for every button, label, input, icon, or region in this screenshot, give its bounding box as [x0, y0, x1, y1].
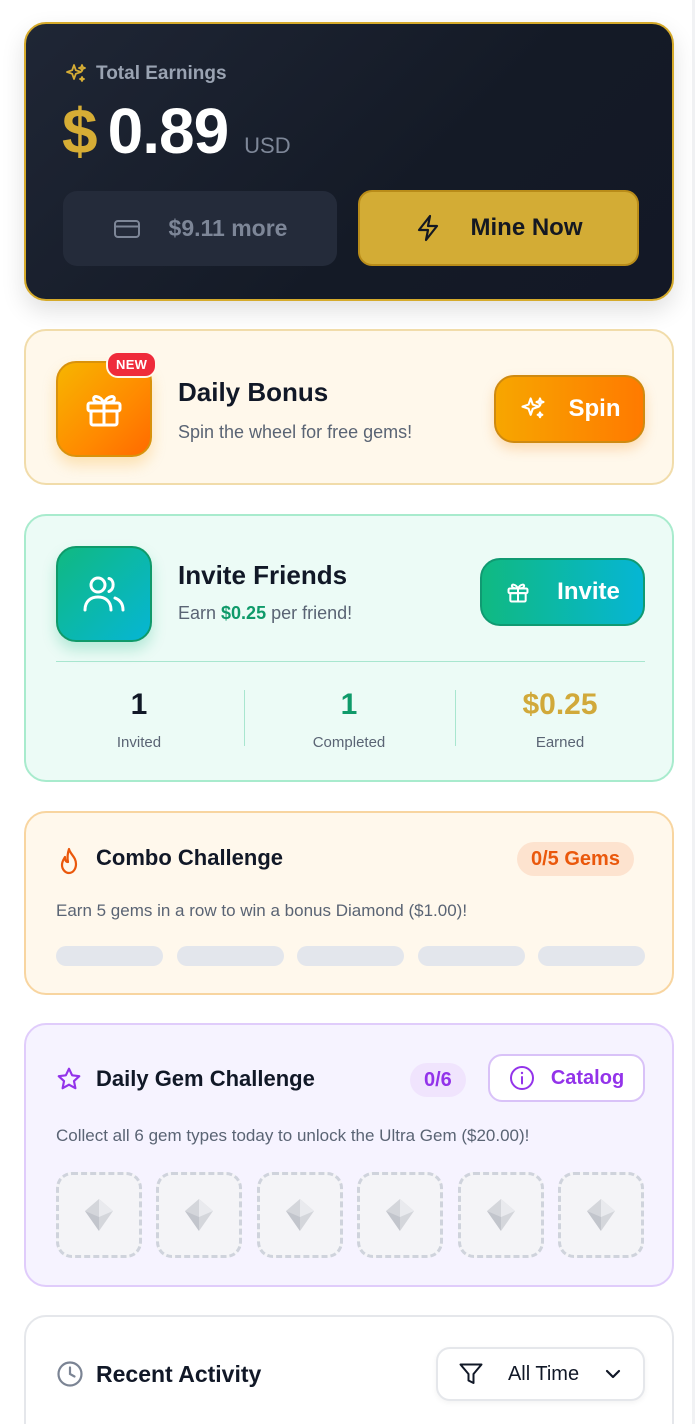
combo-progress-segment: [297, 946, 404, 966]
new-badge: NEW: [106, 351, 158, 378]
lightning-icon: [415, 214, 441, 242]
sparkles-icon: [519, 395, 547, 423]
flame-icon: [56, 847, 82, 875]
combo-progress-segment: [177, 946, 284, 966]
clock-icon: [56, 1360, 84, 1388]
stat-separator: [455, 690, 456, 746]
invite-friends-card: Invite Friends Earn $0.25 per friend! In…: [24, 514, 674, 782]
invite-subtitle: Earn $0.25 per friend!: [178, 603, 352, 624]
gem-slot: [458, 1172, 544, 1258]
combo-challenge-description: Earn 5 gems in a row to win a bonus Diam…: [56, 901, 468, 920]
stat-earned: $0.25 Earned: [470, 688, 650, 751]
stat-label: Earned: [535, 734, 585, 751]
total-earnings-label: Total Earnings: [64, 62, 227, 86]
gem-slot: [156, 1172, 242, 1258]
currency-symbol: $: [62, 95, 98, 167]
invite-reward-amount: $0.25: [221, 603, 267, 623]
gift-icon: [505, 579, 531, 605]
stat-value: 1: [340, 688, 358, 721]
earnings-unit: USD: [244, 133, 291, 158]
card-icon: [113, 218, 141, 240]
gem-icon: [82, 1197, 116, 1233]
catalog-label: Catalog: [550, 1066, 625, 1089]
daily-bonus-subtitle: Spin the wheel for free gems!: [178, 422, 413, 442]
gem-slot: [257, 1172, 343, 1258]
stat-label: Completed: [312, 734, 386, 751]
combo-progress-segment: [538, 946, 645, 966]
info-icon: [509, 1065, 535, 1091]
invite-divider: [56, 661, 645, 662]
time-filter-value: All Time: [507, 1362, 580, 1385]
filter-icon: [458, 1361, 484, 1387]
gem-icon: [383, 1197, 417, 1233]
invite-title: Invite Friends: [178, 560, 348, 590]
remaining-amount-button[interactable]: $9.11 more: [63, 191, 337, 266]
gem-slot: [56, 1172, 142, 1258]
stat-completed: 1 Completed: [259, 688, 439, 751]
combo-progress-segment: [56, 946, 163, 966]
gem-slot: [357, 1172, 443, 1258]
sparkles-icon: [64, 62, 88, 86]
stat-invited: 1 Invited: [49, 688, 229, 751]
combo-progress-segment: [418, 946, 525, 966]
spin-button[interactable]: Spin: [494, 375, 645, 443]
earnings-value: 0.89: [107, 95, 230, 167]
recent-activity-title: Recent Activity: [96, 1361, 262, 1387]
time-filter-dropdown[interactable]: All Time: [436, 1347, 645, 1401]
spin-label: Spin: [568, 395, 621, 422]
stat-value: 1: [130, 688, 148, 721]
gem-progress-badge: 0/6: [410, 1063, 466, 1097]
gift-icon: [82, 387, 126, 431]
daily-gem-challenge-card: Daily Gem Challenge 0/6 Catalog Collect …: [24, 1023, 674, 1287]
gem-slot: [558, 1172, 644, 1258]
chevron-down-icon: [603, 1364, 623, 1384]
mine-now-button[interactable]: Mine Now: [358, 190, 639, 266]
gem-icon: [182, 1197, 216, 1233]
invite-label: Invite: [557, 578, 620, 605]
daily-bonus-title: Daily Bonus: [178, 377, 329, 407]
gem-icon: [584, 1197, 618, 1233]
catalog-button[interactable]: Catalog: [488, 1054, 645, 1102]
users-icon: [80, 570, 128, 618]
invite-subtitle-suffix: per friend!: [266, 603, 353, 623]
mine-now-label: Mine Now: [470, 214, 583, 241]
gem-challenge-title: Daily Gem Challenge: [96, 1066, 315, 1091]
daily-bonus-card: NEW Daily Bonus Spin the wheel for free …: [24, 329, 674, 485]
earnings-card: Total Earnings $ 0.89 USD $9.11 more Min…: [24, 22, 674, 301]
earnings-amount: $ 0.89 USD: [62, 94, 291, 168]
recent-activity-card: Recent Activity All Time: [24, 1315, 674, 1424]
gem-icon: [283, 1197, 317, 1233]
total-earnings-text: Total Earnings: [96, 63, 227, 84]
gem-icon: [484, 1197, 518, 1233]
stat-label: Invited: [116, 734, 162, 751]
combo-progress-badge: 0/5 Gems: [517, 842, 634, 876]
combo-challenge-card: Combo Challenge 0/5 Gems Earn 5 gems in …: [24, 811, 674, 995]
gem-challenge-description: Collect all 6 gem types today to unlock …: [56, 1126, 530, 1145]
invite-subtitle-prefix: Earn: [178, 603, 222, 623]
combo-challenge-title: Combo Challenge: [96, 845, 284, 870]
remaining-amount-label: $9.11 more: [168, 215, 288, 241]
invite-button[interactable]: Invite: [480, 558, 645, 626]
star-icon: [56, 1066, 82, 1092]
invite-icon-tile: [56, 546, 152, 642]
stat-value: $0.25: [522, 688, 598, 721]
stat-separator: [244, 690, 245, 746]
